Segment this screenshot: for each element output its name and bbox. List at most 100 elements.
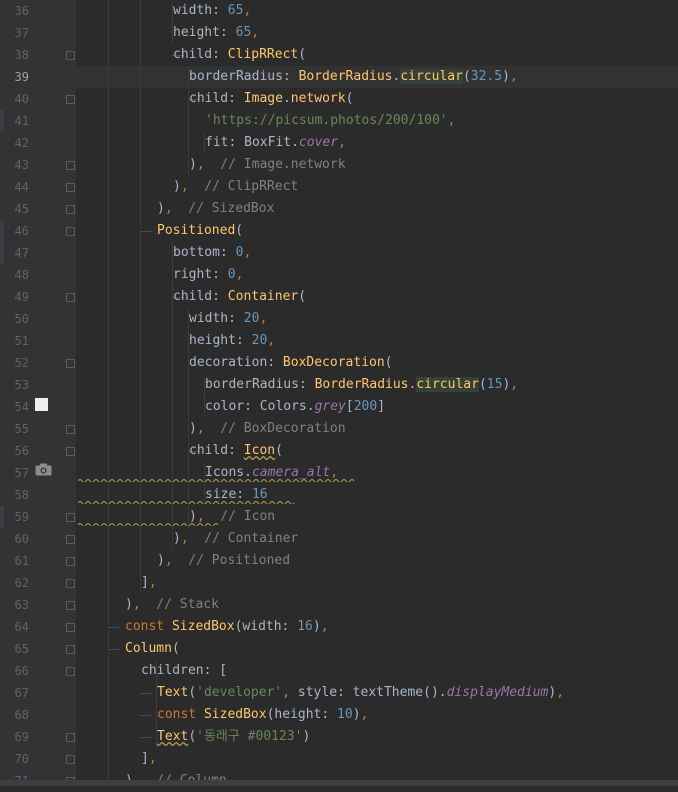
code-line[interactable]: 61), // Positioned xyxy=(0,550,678,572)
code-token: borderRadius: xyxy=(205,377,315,392)
code-line[interactable]: 39 borderRadius: BorderRadius.circular(32… xyxy=(0,66,678,88)
fold-marker-icon[interactable] xyxy=(66,579,75,588)
code-token: height: xyxy=(173,25,236,40)
line-source: ), // BoxDecoration xyxy=(189,418,346,440)
code-line[interactable]: 41 'https://picsum.photos/200/100', xyxy=(0,110,678,132)
code-token: , xyxy=(338,135,346,150)
line-number: 63 xyxy=(14,598,29,612)
line-number: 36 xyxy=(14,4,29,18)
code-line[interactable]: 65 Column( xyxy=(0,638,678,660)
fold-marker-icon[interactable] xyxy=(66,645,75,654)
fold-marker-icon[interactable] xyxy=(66,667,75,676)
code-line[interactable]: 64 const SizedBox(width: 16), xyxy=(0,616,678,638)
code-token: ) xyxy=(189,421,197,436)
fold-marker-icon[interactable] xyxy=(66,425,75,434)
code-line[interactable]: 53 borderRadius: BorderRadius.circular(15… xyxy=(0,374,678,396)
line-number: 38 xyxy=(14,48,29,62)
code-line[interactable]: 54 color: Colors.grey[200] xyxy=(0,396,678,418)
code-token: Icon xyxy=(243,443,276,458)
line-number: 48 xyxy=(14,268,29,282)
fold-marker-icon[interactable] xyxy=(66,513,75,522)
line-source: borderRadius: BorderRadius.circular(15), xyxy=(205,374,518,396)
code-token: BorderRadius xyxy=(314,377,409,392)
code-line[interactable]: 43), // Image.network xyxy=(0,154,678,176)
code-token: ( xyxy=(478,377,487,392)
code-token: Container xyxy=(227,289,299,304)
code-line[interactable]: 60), // Container xyxy=(0,528,678,550)
line-number: 44 xyxy=(14,180,29,194)
camera-icon[interactable] xyxy=(35,463,52,476)
code-line[interactable]: 36 width: 65, xyxy=(0,0,678,22)
fold-marker-icon[interactable] xyxy=(66,51,75,60)
code-token: , xyxy=(235,267,244,282)
code-token: , xyxy=(180,531,189,546)
code-token: 20 xyxy=(251,333,268,348)
code-token: ) xyxy=(502,69,510,84)
line-source: Positioned( xyxy=(157,220,243,242)
code-token: , xyxy=(509,69,518,84)
code-line[interactable]: 46 Positioned( xyxy=(0,220,678,242)
code-line[interactable]: 44), // ClipRRect xyxy=(0,176,678,198)
fold-marker-icon[interactable] xyxy=(66,293,75,302)
code-token: , xyxy=(267,333,276,348)
fold-marker-icon[interactable] xyxy=(66,535,75,544)
line-source: color: Colors.grey[200] xyxy=(205,396,385,418)
fold-marker-icon[interactable] xyxy=(66,161,75,170)
code-line[interactable]: 55), // BoxDecoration xyxy=(0,418,678,440)
code-line[interactable]: 63), // Stack xyxy=(0,594,678,616)
line-number: 69 xyxy=(14,730,29,744)
code-token: children: [ xyxy=(141,663,228,678)
code-line[interactable]: 50 width: 20, xyxy=(0,308,678,330)
code-line[interactable]: 49 child: Container( xyxy=(0,286,678,308)
line-source: ), // SizedBox xyxy=(157,198,274,220)
code-line[interactable]: 45), // SizedBox xyxy=(0,198,678,220)
code-token: , xyxy=(148,751,157,766)
code-token: ( xyxy=(275,443,283,458)
fold-marker-icon[interactable] xyxy=(66,227,75,236)
fold-marker-icon[interactable] xyxy=(66,447,75,456)
code-token: , xyxy=(196,157,205,172)
code-token: (width: xyxy=(234,619,298,634)
line-number: 50 xyxy=(14,312,29,326)
code-line[interactable]: 66 children: [ xyxy=(0,660,678,682)
code-line[interactable]: 40 child: Image.network( xyxy=(0,88,678,110)
code-token: ( xyxy=(188,729,197,744)
code-token: 15 xyxy=(486,377,503,392)
code-line[interactable]: 51 height: 20, xyxy=(0,330,678,352)
fold-marker-icon[interactable] xyxy=(66,557,75,566)
fold-marker-icon[interactable] xyxy=(66,205,75,214)
code-line[interactable]: 68 const SizedBox(height: 10), xyxy=(0,704,678,726)
horizontal-scrollbar[interactable] xyxy=(0,780,678,786)
code-token: ) xyxy=(125,597,133,612)
code-line[interactable]: 42 fit: BoxFit.cover, xyxy=(0,132,678,154)
color-swatch-icon[interactable] xyxy=(35,398,48,411)
code-line[interactable]: 70], xyxy=(0,748,678,770)
code-token: ClipRRect xyxy=(227,47,299,62)
code-line[interactable]: 52 decoration: BoxDecoration( xyxy=(0,352,678,374)
code-line[interactable]: 38 child: ClipRRect( xyxy=(0,44,678,66)
code-token: , xyxy=(148,575,157,590)
fold-marker-icon[interactable] xyxy=(66,623,75,632)
code-line[interactable]: 37 height: 65, xyxy=(0,22,678,44)
code-line[interactable]: 67 Text('developer', style: textTheme().d… xyxy=(0,682,678,704)
code-line[interactable]: 62], xyxy=(0,572,678,594)
code-token: ) xyxy=(352,707,361,722)
code-line[interactable]: 56 child: Icon( xyxy=(0,440,678,462)
fold-marker-icon[interactable] xyxy=(66,733,75,742)
code-token: , xyxy=(556,685,565,700)
code-token: , xyxy=(282,685,298,700)
line-number: 49 xyxy=(14,290,29,304)
code-token: , xyxy=(243,3,252,18)
code-line[interactable]: 48 right: 0, xyxy=(0,264,678,286)
line-number: 70 xyxy=(14,752,29,766)
code-token: borderRadius: xyxy=(189,69,299,84)
code-line[interactable]: 47 bottom: 0, xyxy=(0,242,678,264)
code-editor[interactable]: 36 width: 65, 37 height: 65, 38 child: ClipRR… xyxy=(0,0,678,788)
code-token: circular xyxy=(400,69,463,84)
fold-marker-icon[interactable] xyxy=(66,183,75,192)
fold-marker-icon[interactable] xyxy=(66,95,75,104)
fold-marker-icon[interactable] xyxy=(66,755,75,764)
fold-marker-icon[interactable] xyxy=(66,359,75,368)
fold-marker-icon[interactable] xyxy=(66,601,75,610)
code-line[interactable]: 69 Text('동래구 #00123') xyxy=(0,726,678,748)
